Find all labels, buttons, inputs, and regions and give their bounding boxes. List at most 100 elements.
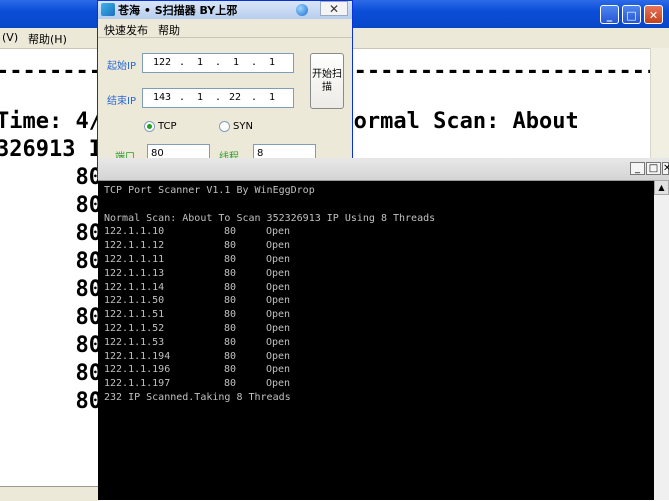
ip-dot: .	[251, 92, 258, 103]
result-ip: 122.1.1.50	[104, 295, 165, 307]
close-icon[interactable]: ✕	[320, 1, 348, 16]
result-row: 122.1.1.194 80 Open	[104, 350, 652, 364]
result-row: 122.1.1.14 80 Open	[104, 281, 652, 295]
background-text-line: 80	[0, 249, 102, 274]
result-ip: 122.1.1.197	[104, 378, 171, 390]
end-ip-input[interactable]: 143 . 1 . 22 . 1	[142, 88, 294, 108]
menu-item-help[interactable]: 帮助(H)	[28, 31, 67, 47]
result-ip: 122.1.1.194	[104, 350, 171, 362]
result-status: Open	[266, 295, 291, 307]
result-ip: 122.1.1.52	[104, 322, 165, 334]
start-ip-octet-1: 122	[153, 57, 172, 68]
maximize-icon[interactable]: □	[622, 5, 641, 24]
background-text-line: 80	[0, 277, 102, 302]
menu-item-quick-publish[interactable]: 快速发布	[104, 22, 148, 38]
result-row: 122.1.1.51 80 Open	[104, 308, 652, 322]
result-port: 80	[224, 253, 237, 265]
background-text-line: 326913 I	[0, 137, 102, 162]
result-port: 80	[224, 267, 237, 279]
start-ip-octet-2: 1	[197, 57, 204, 68]
start-ip-octet-3: 1	[233, 57, 240, 68]
end-ip-label: 结束IP	[107, 96, 136, 107]
background-statusbar	[0, 486, 100, 501]
result-status: Open	[266, 322, 291, 334]
close-icon[interactable]: ✕	[662, 162, 669, 175]
ip-dot: .	[179, 57, 186, 68]
maximize-icon[interactable]: □	[646, 162, 661, 175]
result-port: 80	[224, 336, 237, 348]
background-text-line: 80	[0, 193, 102, 218]
result-row: 122.1.1.11 80 Open	[104, 253, 652, 267]
ip-dot: .	[215, 92, 222, 103]
result-row: 122.1.1.13 80 Open	[104, 267, 652, 281]
app-icon	[101, 3, 115, 16]
end-ip-octet-1: 143	[153, 92, 172, 103]
end-ip-octet-4: 1	[269, 92, 276, 103]
background-text-line: 80	[0, 333, 102, 358]
result-ip: 122.1.1.11	[104, 253, 165, 265]
result-port: 80	[224, 226, 237, 238]
globe-icon[interactable]	[296, 4, 308, 16]
result-status: Open	[266, 281, 291, 293]
end-ip-octet-3: 22	[229, 92, 242, 103]
result-ip: 122.1.1.53	[104, 336, 165, 348]
syn-radio[interactable]	[219, 121, 230, 132]
menu-item-help[interactable]: 帮助	[158, 22, 180, 38]
result-port: 80	[224, 281, 237, 293]
result-ip: 122.1.1.13	[104, 267, 165, 279]
result-ip: 122.1.1.51	[104, 309, 165, 321]
tcp-label: TCP	[158, 121, 177, 132]
menu-item-view[interactable]: (V)	[2, 31, 18, 44]
start-ip-octet-4: 1	[269, 57, 276, 68]
start-ip-label: 起始IP	[107, 61, 136, 72]
result-status: Open	[266, 336, 291, 348]
result-row: 122.1.1.10 80 Open	[104, 225, 652, 239]
ip-dot: .	[215, 57, 222, 68]
start-ip-input[interactable]: 122 . 1 . 1 . 1	[142, 53, 294, 73]
result-status: Open	[266, 267, 291, 279]
result-status: Open	[266, 226, 291, 238]
result-row: 122.1.1.12 80 Open	[104, 239, 652, 253]
result-port: 80	[224, 295, 237, 307]
result-row: 122.1.1.52 80 Open	[104, 322, 652, 336]
scanner-menubar: 快速发布 帮助	[98, 19, 352, 38]
result-port: 80	[224, 378, 237, 390]
result-ip: 122.1.1.12	[104, 240, 165, 252]
console-window: _ □ ✕ TCP Port Scanner V1.1 By WinEggDro…	[98, 158, 669, 500]
result-status: Open	[266, 309, 291, 321]
scanner-title: 苍海 • S扫描器 BY上邪	[118, 4, 238, 17]
console-header: TCP Port Scanner V1.1 By WinEggDrop	[104, 185, 315, 196]
close-icon[interactable]: ✕	[644, 5, 663, 24]
result-status: Open	[266, 364, 291, 376]
scanner-dialog: 苍海 • S扫描器 BY上邪 ✕ 快速发布 帮助 起始IP 122 . 1 . …	[97, 0, 353, 178]
result-port: 80	[224, 309, 237, 321]
result-port: 80	[224, 322, 237, 334]
result-ip: 122.1.1.10	[104, 226, 165, 238]
scroll-up-icon[interactable]: ▲	[654, 180, 669, 195]
result-status: Open	[266, 378, 291, 390]
tcp-radio[interactable]	[144, 121, 155, 132]
result-port: 80	[224, 240, 237, 252]
result-row: 122.1.1.196 80 Open	[104, 363, 652, 377]
result-row: 122.1.1.197 80 Open	[104, 377, 652, 391]
result-status: Open	[266, 350, 291, 362]
background-text-line: 80	[0, 361, 102, 386]
minimize-icon[interactable]: _	[630, 162, 645, 175]
result-ip: 122.1.1.196	[104, 364, 171, 376]
minimize-icon[interactable]: _	[600, 5, 619, 24]
end-ip-octet-2: 1	[197, 92, 204, 103]
result-port: 80	[224, 350, 237, 362]
result-status: Open	[266, 240, 291, 252]
background-text-line: 80	[0, 221, 102, 246]
background-text-line: 80	[0, 389, 102, 414]
result-ip: 122.1.1.14	[104, 281, 165, 293]
console-output: TCP Port Scanner V1.1 By WinEggDrop Norma…	[104, 184, 652, 494]
console-titlebar: _ □ ✕	[98, 158, 669, 181]
result-port: 80	[224, 364, 237, 376]
start-scan-button[interactable]: 开始扫描	[310, 53, 344, 109]
console-scrollbar[interactable]: ▲	[654, 180, 669, 500]
result-status: Open	[266, 253, 291, 265]
console-footer: 232 IP Scanned.Taking 8 Threads	[104, 391, 291, 403]
syn-label: SYN	[233, 121, 253, 132]
